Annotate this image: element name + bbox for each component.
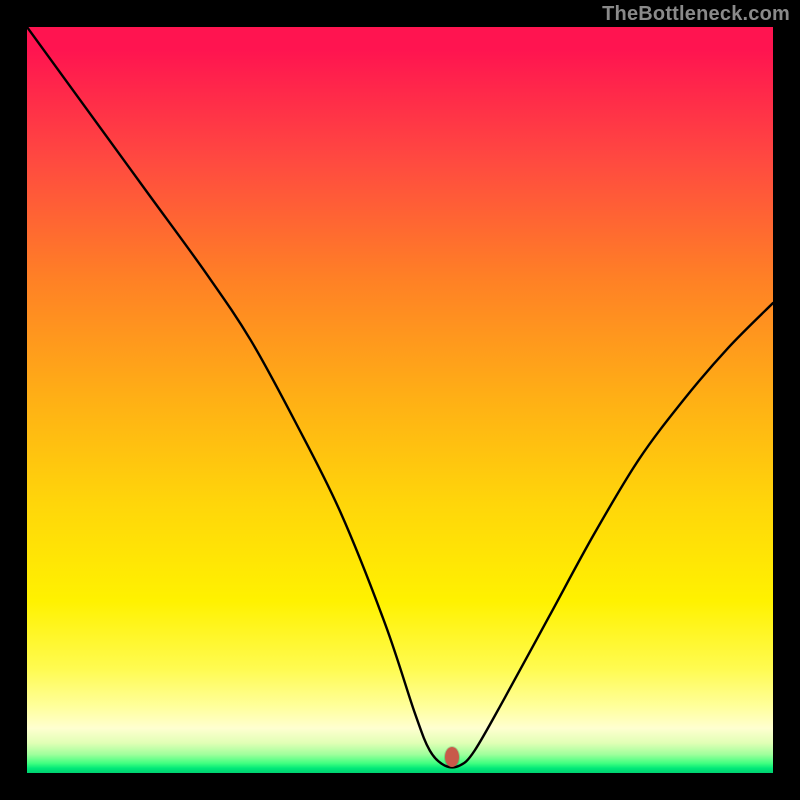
optimal-point-marker xyxy=(445,747,459,767)
plot-area xyxy=(27,27,773,773)
bottleneck-curve xyxy=(27,27,773,773)
chart-frame: TheBottleneck.com xyxy=(0,0,800,800)
watermark-text: TheBottleneck.com xyxy=(602,3,790,26)
